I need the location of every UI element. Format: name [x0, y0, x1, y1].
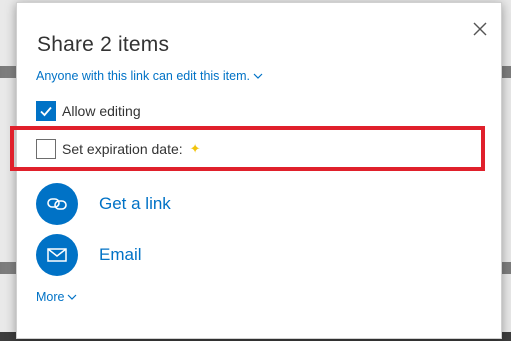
more-button[interactable]: More: [36, 290, 77, 304]
get-link-button[interactable]: Get a link: [36, 183, 171, 225]
more-label: More: [36, 290, 65, 304]
allow-editing-label: Allow editing: [62, 103, 141, 119]
close-icon: [473, 22, 487, 36]
dialog-title: Share 2 items: [37, 33, 170, 56]
link-icon: [47, 198, 67, 210]
share-dialog: Share 2 items Anyone with this link can …: [16, 2, 502, 339]
chevron-down-icon: [68, 294, 77, 300]
expiration-checkbox[interactable]: [36, 139, 56, 159]
permission-dropdown[interactable]: Anyone with this link can edit this item…: [36, 69, 263, 83]
mail-icon: [47, 248, 67, 262]
email-label: Email: [99, 245, 142, 264]
chevron-down-icon: [253, 73, 263, 79]
expiration-label: Set expiration date:: [62, 141, 183, 157]
mail-icon-circle: [36, 234, 78, 276]
link-icon-circle: [36, 183, 78, 225]
allow-editing-checkbox[interactable]: [36, 101, 56, 121]
sparkle-icon: ✦: [189, 141, 201, 156]
close-button[interactable]: [469, 18, 491, 40]
get-link-label: Get a link: [99, 194, 171, 213]
expiration-row: Set expiration date: ✦: [36, 139, 201, 159]
allow-editing-row: Allow editing: [36, 101, 141, 121]
email-button[interactable]: Email: [36, 234, 142, 276]
checkmark-icon: [40, 106, 52, 117]
permission-text: Anyone with this link can edit this item…: [36, 69, 250, 83]
